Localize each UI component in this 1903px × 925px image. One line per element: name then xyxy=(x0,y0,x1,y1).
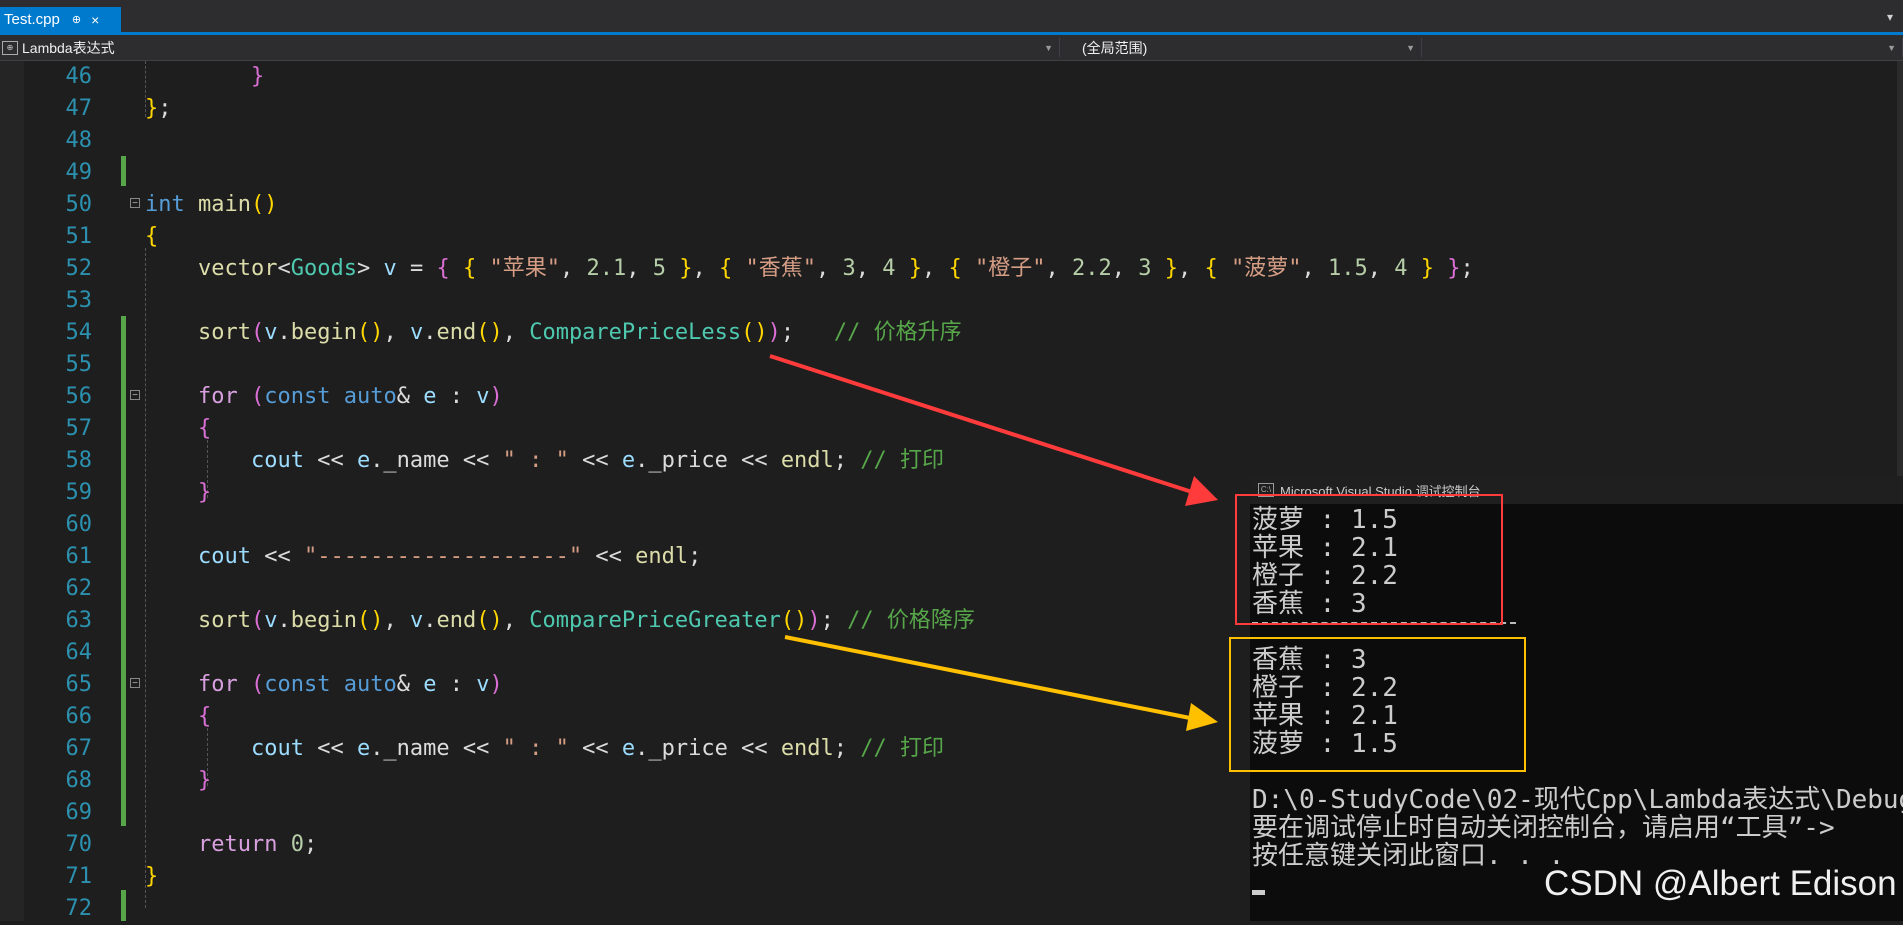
yellow-arrow-line xyxy=(784,635,1191,720)
yellow-arrowhead xyxy=(1186,703,1218,731)
annotation-arrows xyxy=(769,354,1218,731)
red-arrowhead xyxy=(1185,476,1218,506)
watermark: CSDN @Albert Edison xyxy=(1544,864,1897,903)
red-arrow-line xyxy=(769,354,1193,494)
